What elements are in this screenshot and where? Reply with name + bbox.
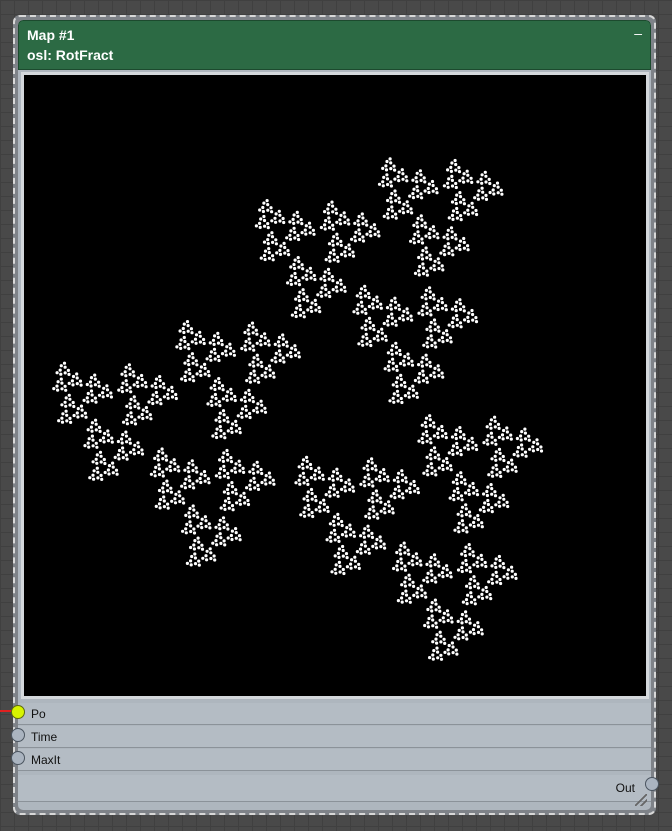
port-label-po: Po [31,707,46,721]
input-port-maxit[interactable]: MaxIt [18,749,651,771]
input-port-po[interactable]: Po [18,703,651,725]
node-header[interactable]: Map #1 osl: RotFract – [18,20,651,70]
fractal-preview [24,75,646,696]
output-port-out[interactable]: Out [18,775,651,802]
socket-out-output[interactable] [645,777,659,791]
socket-po-input[interactable] [11,705,25,719]
socket-time-input[interactable] [11,728,25,742]
map-node[interactable]: Map #1 osl: RotFract – Po Time MaxIt Out [13,15,656,815]
input-port-time[interactable]: Time [18,726,651,748]
node-title: Map #1 [27,27,75,43]
port-label-maxit: MaxIt [31,753,61,767]
port-label-out: Out [615,781,635,795]
socket-maxit-input[interactable] [11,751,25,765]
node-body: Map #1 osl: RotFract – Po Time MaxIt Out [18,20,651,810]
fractal-dots [52,157,544,661]
node-subtitle: osl: RotFract [27,47,114,63]
fractal-image [52,157,544,661]
minimize-button[interactable]: – [634,25,642,41]
port-label-time: Time [31,730,58,744]
preview-frame [21,72,649,699]
resize-grip[interactable] [635,794,647,806]
